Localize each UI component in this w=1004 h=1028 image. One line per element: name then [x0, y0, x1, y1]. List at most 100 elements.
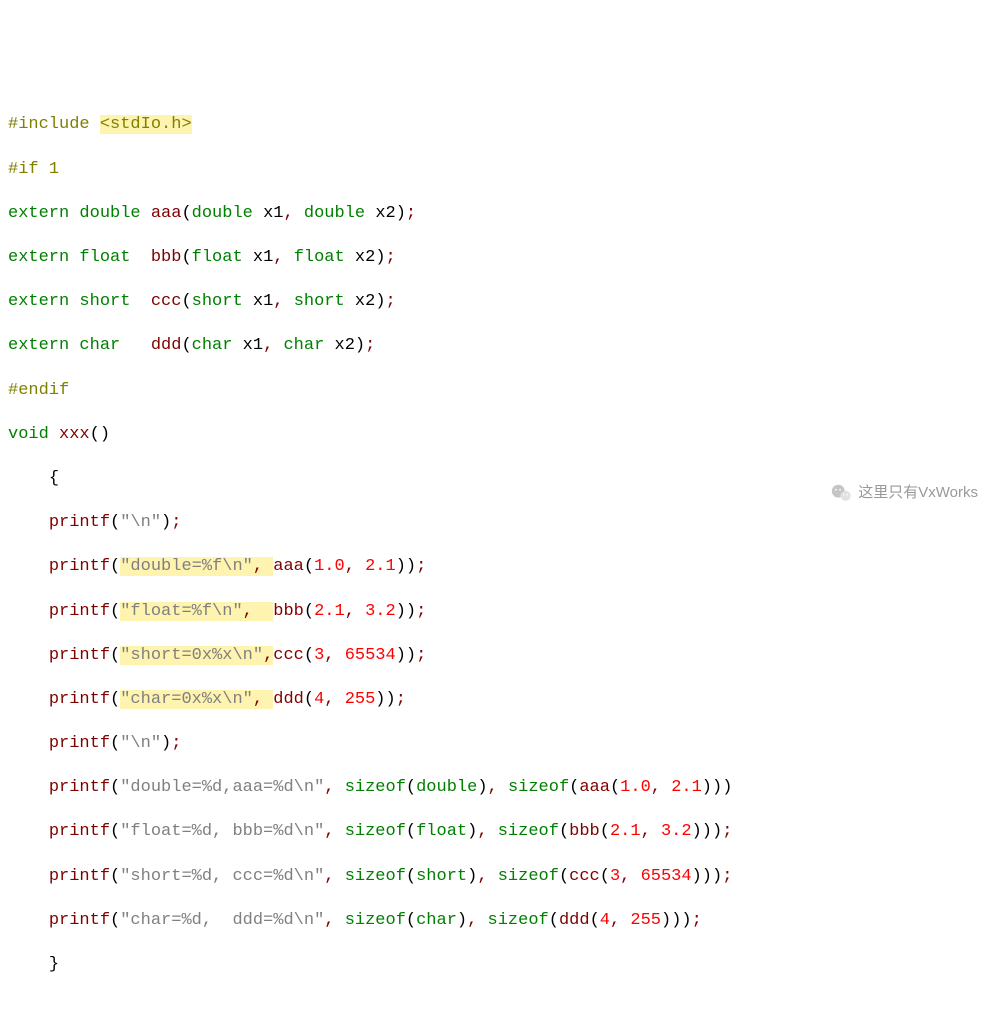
l-brace: { — [49, 469, 59, 488]
r-paren: ) — [386, 690, 396, 709]
code-line-sizeof-float: printf("float=%d, bbb=%d\n", sizeof(floa… — [8, 821, 996, 843]
kw-char: char — [79, 336, 120, 355]
l-paren: ( — [406, 778, 416, 797]
num-4: 4 — [600, 911, 610, 930]
l-paren: ( — [110, 822, 120, 841]
semi: ; — [692, 911, 702, 930]
preproc-include: #include — [8, 115, 90, 134]
r-paren: ) — [406, 557, 416, 576]
id-x1: x1 — [243, 336, 263, 355]
comma: , — [345, 557, 365, 576]
fn-printf: printf — [49, 867, 110, 886]
l-paren: ( — [600, 867, 610, 886]
num-1-0: 1.0 — [620, 778, 651, 797]
l-paren: ( — [549, 911, 559, 930]
code-line-sizeof-short: printf("short=%d, ccc=%d\n", sizeof(shor… — [8, 866, 996, 888]
l-paren: ( — [110, 911, 120, 930]
l-paren: ( — [569, 778, 579, 797]
code-block: #include <stdIo.h> #if 1 extern double a… — [8, 92, 996, 998]
num-4: 4 — [314, 690, 324, 709]
l-paren: ( — [304, 602, 314, 621]
num-2-1: 2.1 — [610, 822, 641, 841]
kw-short-p1: short — [192, 292, 243, 311]
fn-printf: printf — [49, 602, 110, 621]
fn-ddd: ddd — [273, 690, 304, 709]
fn-ccc: ccc — [273, 646, 304, 665]
comma: , — [641, 822, 661, 841]
fn-printf: printf — [49, 646, 110, 665]
r-paren: ) — [681, 911, 691, 930]
l-paren: ( — [304, 646, 314, 665]
r-paren: ) — [467, 867, 477, 886]
fn-bbb: bbb — [151, 248, 182, 267]
kw-short: short — [79, 292, 130, 311]
r-paren: ) — [355, 336, 365, 355]
l-paren: ( — [110, 778, 120, 797]
l-paren: ( — [110, 557, 120, 576]
fn-aaa: aaa — [273, 557, 304, 576]
code-line-lbrace: { — [8, 468, 996, 490]
semi: ; — [406, 204, 416, 223]
r-paren: ) — [661, 911, 671, 930]
num-2-1: 2.1 — [671, 778, 702, 797]
code-line-sizeof-double: printf("double=%d,aaa=%d\n", sizeof(doub… — [8, 777, 996, 799]
semi: ; — [386, 248, 396, 267]
fn-bbb: bbb — [273, 602, 304, 621]
str-float: "float=%f\n" — [120, 602, 242, 621]
l-paren: ( — [406, 911, 416, 930]
kw-char: char — [416, 911, 457, 930]
comma: , — [324, 867, 344, 886]
code-line-printf-nl2: printf("\n"); — [8, 733, 996, 755]
str-float-sz: "float=%d, bbb=%d\n" — [120, 822, 324, 841]
r-paren: ) — [406, 646, 416, 665]
kw-extern: extern — [8, 204, 69, 223]
r-paren: ) — [467, 822, 477, 841]
fn-xxx: xxx — [59, 425, 90, 444]
r-paren: ) — [712, 822, 722, 841]
l-paren: ( — [610, 778, 620, 797]
l-paren: ( — [110, 513, 120, 532]
l-paren: ( — [181, 336, 191, 355]
code-line-printf-char: printf("char=0x%x\n", ddd(4, 255)); — [8, 689, 996, 711]
str-double: "double=%f\n" — [120, 557, 253, 576]
id-x2: x2 — [335, 336, 355, 355]
semi: ; — [171, 513, 181, 532]
code-line-extern-ccc: extern short ccc(short x1, short x2); — [8, 291, 996, 313]
kw-double: double — [416, 778, 477, 797]
l-paren: ( — [304, 690, 314, 709]
num-1-0: 1.0 — [314, 557, 345, 576]
l-paren: ( — [110, 646, 120, 665]
id-x1: x1 — [263, 204, 283, 223]
str-short: "short=0x%x\n" — [120, 646, 263, 665]
comma: , — [243, 602, 253, 621]
comma: , — [620, 867, 640, 886]
fn-ddd: ddd — [151, 336, 182, 355]
id-x2: x2 — [375, 204, 395, 223]
code-line-printf-short: printf("short=0x%x\n",ccc(3, 65534)); — [8, 645, 996, 667]
l-paren: ( — [406, 822, 416, 841]
fn-aaa: aaa — [579, 778, 610, 797]
id-x2: x2 — [355, 248, 375, 267]
code-line-include: #include <stdIo.h> — [8, 114, 996, 136]
kw-extern: extern — [8, 292, 69, 311]
code-line-extern-aaa: extern double aaa(double x1, double x2); — [8, 203, 996, 225]
l-paren: ( — [110, 602, 120, 621]
if-cond: 1 — [49, 160, 59, 179]
comma: , — [324, 822, 344, 841]
num-3-2: 3.2 — [661, 822, 692, 841]
semi: ; — [416, 646, 426, 665]
comma: , — [263, 336, 283, 355]
semi: ; — [416, 602, 426, 621]
r-paren: ) — [702, 778, 712, 797]
str-char: "char=0x%x\n" — [120, 690, 253, 709]
semi: ; — [171, 734, 181, 753]
comma: , — [324, 911, 344, 930]
fn-printf: printf — [49, 513, 110, 532]
comma: , — [273, 248, 293, 267]
comma: , — [253, 557, 273, 576]
comma: , — [467, 911, 487, 930]
l-paren: ( — [600, 822, 610, 841]
comma: , — [651, 778, 671, 797]
id-x2: x2 — [355, 292, 375, 311]
r-brace: } — [49, 955, 59, 974]
